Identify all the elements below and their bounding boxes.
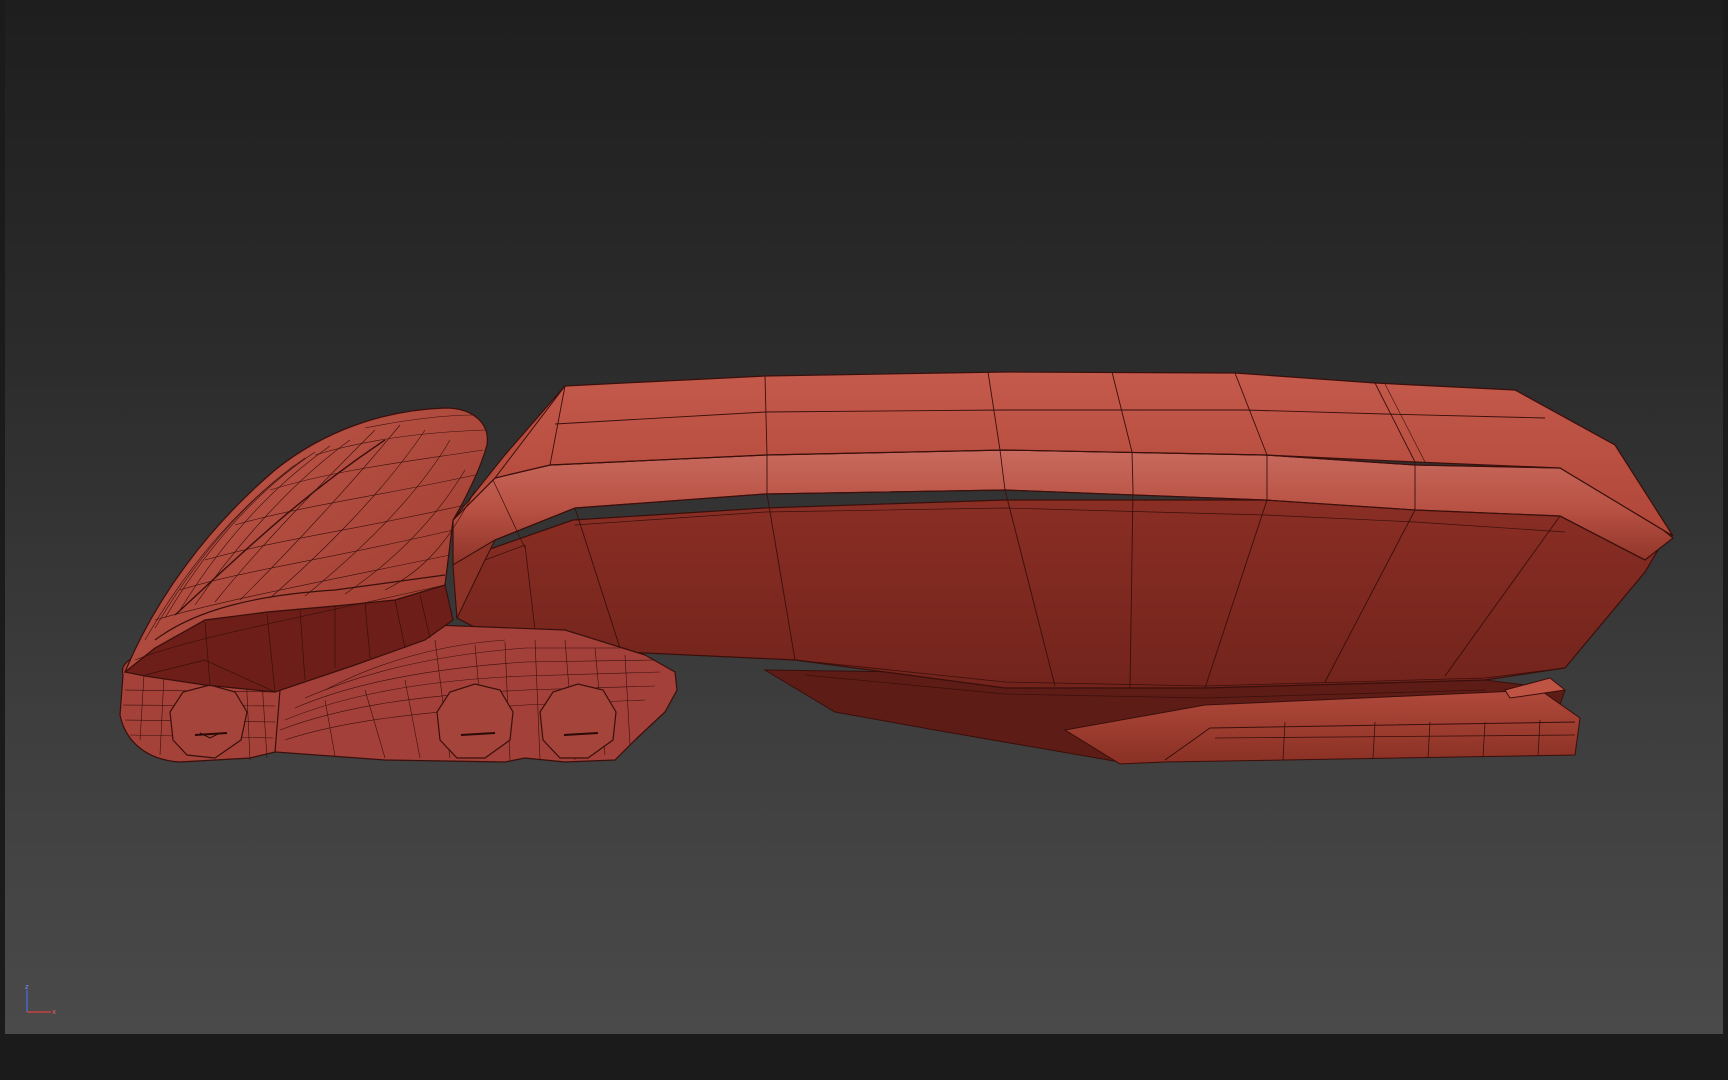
x-axis-label: x bbox=[52, 1008, 56, 1016]
bottom-border bbox=[0, 1034, 1728, 1080]
z-axis-label: z bbox=[25, 983, 29, 991]
axis-gizmo: z x bbox=[21, 982, 61, 1016]
model-render[interactable] bbox=[5, 0, 1723, 1034]
app-window: z x bbox=[0, 0, 1728, 1080]
3d-viewport[interactable]: z x bbox=[5, 0, 1723, 1034]
